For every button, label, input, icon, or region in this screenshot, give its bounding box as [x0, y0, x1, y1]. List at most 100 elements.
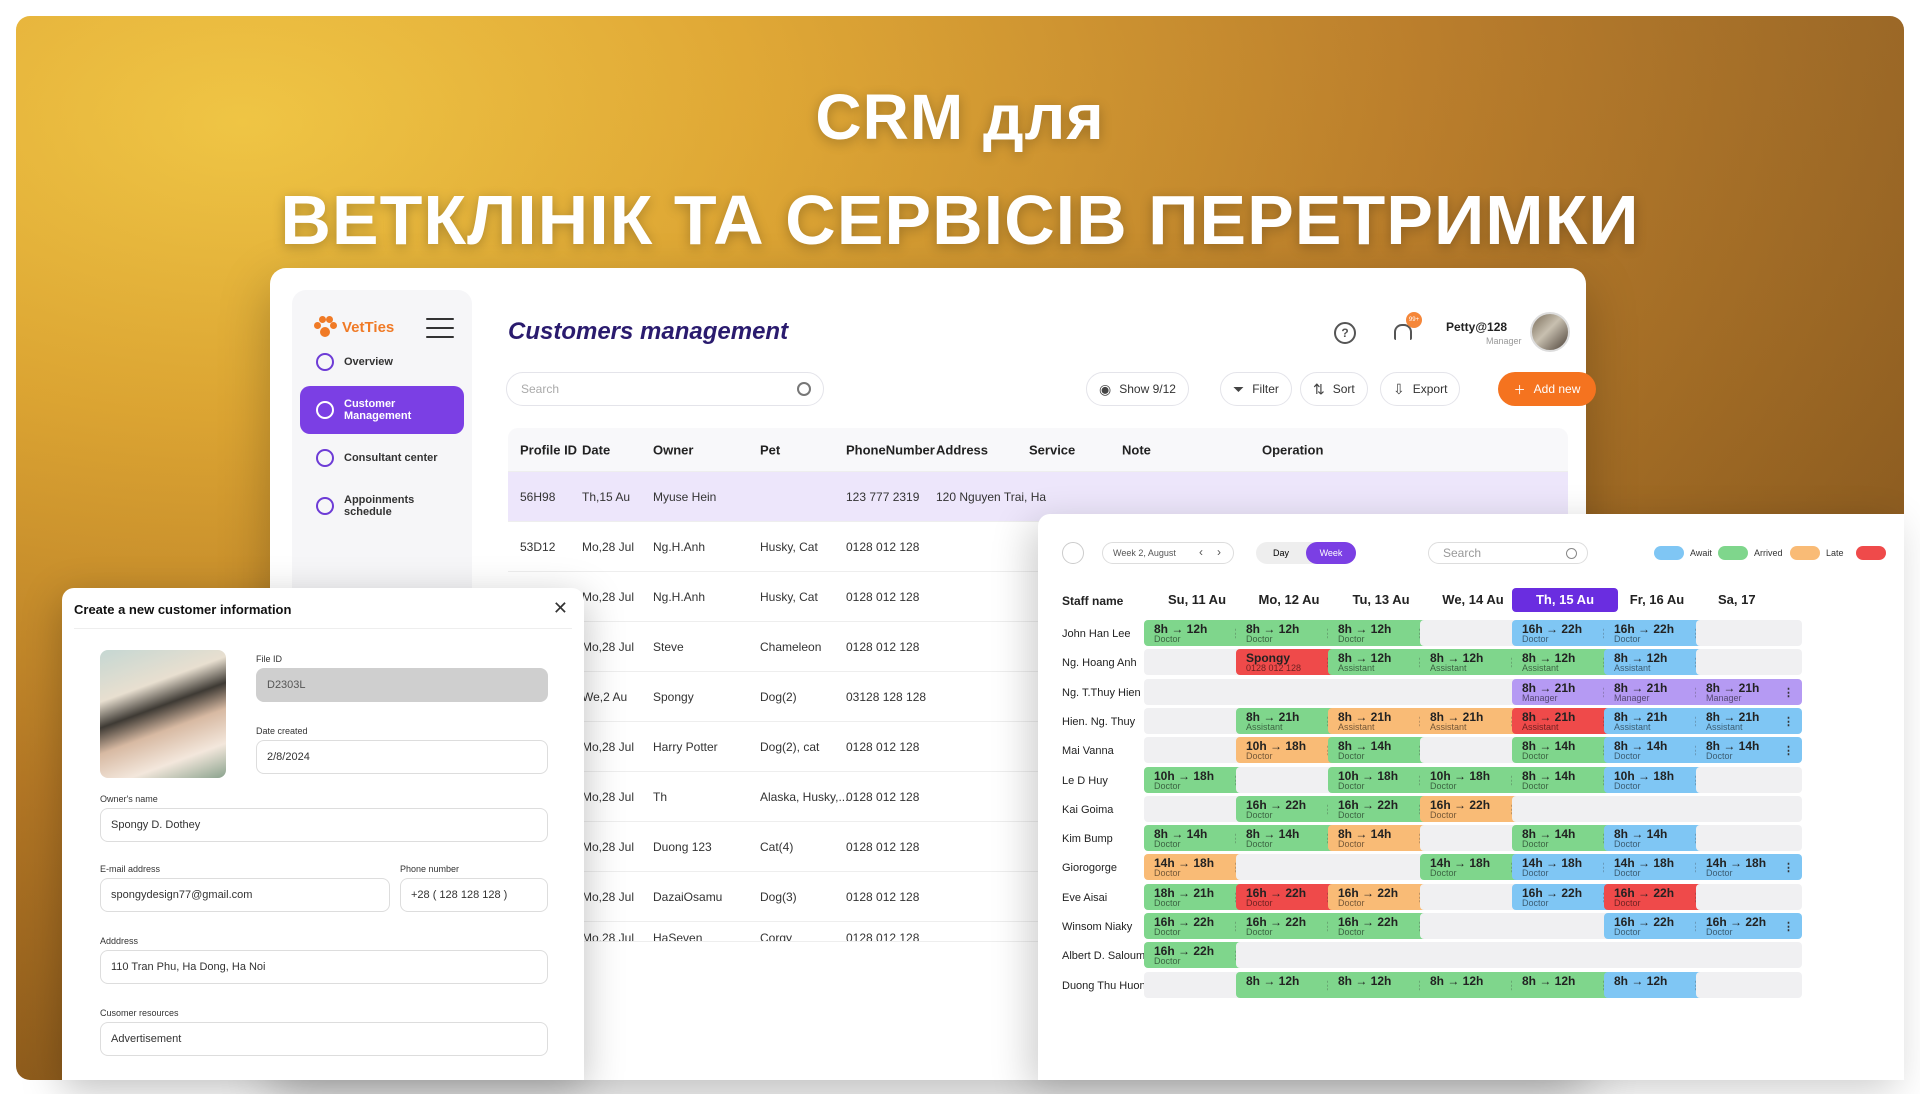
- address-field[interactable]: 110 Tran Phu, Ha Dong, Ha Noi: [100, 950, 548, 984]
- more-options-icon[interactable]: ⋮: [1783, 744, 1794, 757]
- shift-cell[interactable]: 10h → 18hDoctor⋮: [1236, 737, 1342, 764]
- shift-cell[interactable]: 8h → 12hDoctor⋮: [1144, 620, 1250, 646]
- day-header[interactable]: Sa, 17: [1696, 588, 1802, 612]
- day-header[interactable]: Fr, 16 Au: [1604, 588, 1710, 612]
- more-options-icon[interactable]: ⋮: [1783, 861, 1794, 874]
- calendar-icon[interactable]: [1062, 542, 1084, 564]
- shift-cell[interactable]: 8h → 14hDoctor⋮: [1328, 737, 1434, 764]
- help-icon[interactable]: ?: [1334, 322, 1356, 344]
- shift-cell[interactable]: 16h → 22hDoctor⋮: [1236, 883, 1342, 910]
- shift-cell[interactable]: 8h → 12hDoctor⋮: [1328, 620, 1434, 646]
- export-button[interactable]: ⇩ Export: [1380, 372, 1461, 406]
- shift-cell[interactable]: 8h → 21hManager⋮: [1512, 678, 1618, 705]
- shift-cell[interactable]: 8h → 14hDoctor⋮: [1696, 737, 1802, 764]
- shift-cell[interactable]: 16h → 22hDoctor⋮: [1236, 795, 1342, 822]
- shift-cell[interactable]: 8h → 12h⋮: [1236, 971, 1342, 998]
- email-field[interactable]: spongydesign77@gmail.com: [100, 878, 390, 912]
- shift-cell[interactable]: 14h → 18hDoctor⋮: [1420, 854, 1526, 881]
- sidebar-item-consultant-center[interactable]: Consultant center: [300, 434, 464, 482]
- avatar[interactable]: [1530, 312, 1570, 352]
- shift-cell[interactable]: 10h → 18hDoctor⋮: [1604, 766, 1710, 793]
- schedule-search-input[interactable]: Search: [1428, 542, 1588, 564]
- shift-cell[interactable]: 8h → 14hDoctor⋮: [1604, 737, 1710, 764]
- chevron-left-icon[interactable]: ‹: [1199, 542, 1203, 562]
- shift-cell[interactable]: 8h → 12h⋮: [1420, 971, 1526, 998]
- more-options-icon[interactable]: ⋮: [1783, 686, 1794, 699]
- phone-field[interactable]: +28 ( 128 128 128 ): [400, 878, 548, 912]
- close-icon[interactable]: ✕: [553, 598, 568, 619]
- shift-cell[interactable]: 8h → 21hManager⋮: [1696, 678, 1802, 705]
- sidebar-item-overview[interactable]: Overview: [300, 338, 464, 386]
- day-header[interactable]: Th, 15 Au: [1512, 588, 1618, 612]
- day-tab[interactable]: Day: [1256, 542, 1306, 564]
- shift-cell[interactable]: 16h → 22hDoctor⋮: [1604, 620, 1710, 646]
- shift-cell[interactable]: 16h → 22hDoctor⋮: [1420, 795, 1526, 822]
- shift-cell[interactable]: 8h → 12hAssistant⋮: [1604, 649, 1710, 676]
- shift-cell[interactable]: 8h → 21hAssistant⋮: [1512, 707, 1618, 734]
- shift-cell[interactable]: 8h → 21hAssistant⋮: [1696, 707, 1802, 734]
- shift-cell[interactable]: 10h → 18hDoctor⋮: [1144, 766, 1250, 793]
- shift-cell[interactable]: 8h → 21hAssistant⋮: [1420, 707, 1526, 734]
- shift-cell[interactable]: 8h → 12h⋮: [1328, 971, 1434, 998]
- shift-cell[interactable]: 8h → 12h⋮: [1604, 971, 1710, 998]
- shift-cell[interactable]: 8h → 21hAssistant⋮: [1604, 707, 1710, 734]
- more-options-icon[interactable]: ⋮: [1783, 920, 1794, 933]
- shift-cell[interactable]: 16h → 22hDoctor⋮: [1512, 620, 1618, 646]
- shift-cell[interactable]: 14h → 18hDoctor⋮: [1512, 854, 1618, 881]
- shift-cell[interactable]: 16h → 22hDoctor⋮: [1328, 883, 1434, 910]
- filter-button[interactable]: ⏷ Filter: [1220, 372, 1292, 406]
- sidebar-item-customer-management[interactable]: Customer Management: [300, 386, 464, 434]
- resources-field[interactable]: Advertisement: [100, 1022, 548, 1056]
- shift-cell[interactable]: 8h → 14hDoctor⋮: [1144, 825, 1250, 852]
- sort-button[interactable]: ⇅ Sort: [1300, 372, 1368, 406]
- shift-cell[interactable]: 14h → 18hDoctor⋮: [1604, 854, 1710, 881]
- owner-field[interactable]: Spongy D. Dothey: [100, 808, 548, 842]
- shift-cell[interactable]: 8h → 14hDoctor⋮: [1512, 825, 1618, 852]
- shift-cell[interactable]: 16h → 22hDoctor⋮: [1144, 913, 1250, 939]
- shift-cell[interactable]: 8h → 21hAssistant⋮: [1236, 707, 1342, 734]
- shift-cell[interactable]: 16h → 22hDoctor⋮: [1604, 913, 1710, 939]
- shift-cell[interactable]: 16h → 22hDoctor⋮: [1604, 883, 1710, 910]
- day-header[interactable]: We, 14 Au: [1420, 588, 1526, 612]
- week-selector[interactable]: Week 2, August ‹ ›: [1102, 542, 1234, 564]
- day-header[interactable]: Su, 11 Au: [1144, 588, 1250, 612]
- shift-cell[interactable]: 14h → 18hDoctor⋮: [1696, 854, 1802, 881]
- shift-cell[interactable]: 8h → 21hAssistant⋮: [1328, 707, 1434, 734]
- shift-cell[interactable]: 8h → 14hDoctor⋮: [1604, 825, 1710, 852]
- shift-cell[interactable]: 16h → 22hDoctor⋮: [1144, 942, 1250, 969]
- shift-cell[interactable]: 8h → 12hAssistant⋮: [1328, 649, 1434, 676]
- shift-cell[interactable]: Spongy0128 012 128⋮: [1236, 649, 1342, 676]
- date-field[interactable]: 2/8/2024: [256, 740, 548, 774]
- shift-cell[interactable]: 8h → 21hManager⋮: [1604, 678, 1710, 705]
- shift-cell[interactable]: 8h → 12h⋮: [1512, 971, 1618, 998]
- shift-cell[interactable]: 18h → 21hDoctor⋮: [1144, 883, 1250, 910]
- shift-role: Doctor: [1338, 780, 1365, 791]
- shift-cell[interactable]: 16h → 22hDoctor⋮: [1236, 913, 1342, 939]
- show-columns-button[interactable]: ◉ Show 9/12: [1086, 372, 1189, 406]
- shift-cell[interactable]: 8h → 12hDoctor⋮: [1236, 620, 1342, 646]
- shift-cell[interactable]: 8h → 14hDoctor⋮: [1328, 825, 1434, 852]
- day-header[interactable]: Tu, 13 Au: [1328, 588, 1434, 612]
- shift-cell[interactable]: 16h → 22hDoctor⋮: [1328, 795, 1434, 822]
- day-header[interactable]: Mo, 12 Au: [1236, 588, 1342, 612]
- shift-cell[interactable]: 8h → 12hAssistant⋮: [1512, 649, 1618, 676]
- shift-cell[interactable]: 8h → 14hDoctor⋮: [1236, 825, 1342, 852]
- logo[interactable]: VetTies: [314, 316, 394, 338]
- shift-cell[interactable]: 14h → 18hDoctor⋮: [1144, 854, 1250, 881]
- shift-cell[interactable]: 16h → 22hDoctor⋮: [1328, 913, 1434, 939]
- customer-photo[interactable]: [100, 650, 226, 778]
- more-options-icon[interactable]: ⋮: [1783, 715, 1794, 728]
- sidebar-item-appoinments-schedule[interactable]: Appoinments schedule: [300, 482, 464, 530]
- shift-cell[interactable]: 10h → 18hDoctor⋮: [1420, 766, 1526, 793]
- add-new-button[interactable]: ＋ Add new: [1498, 372, 1596, 406]
- chevron-right-icon[interactable]: ›: [1217, 542, 1221, 562]
- week-tab[interactable]: Week: [1306, 542, 1356, 564]
- shift-cell[interactable]: 8h → 14hDoctor⋮: [1512, 766, 1618, 793]
- search-input[interactable]: Search: [506, 372, 824, 406]
- shift-cell[interactable]: 8h → 12hAssistant⋮: [1420, 649, 1526, 676]
- shift-cell[interactable]: 8h → 14hDoctor⋮: [1512, 737, 1618, 764]
- staff-name: Winsom Niaky: [1062, 921, 1133, 933]
- shift-cell[interactable]: 10h → 18hDoctor⋮: [1328, 766, 1434, 793]
- shift-cell[interactable]: 16h → 22hDoctor⋮: [1512, 883, 1618, 910]
- shift-cell[interactable]: 16h → 22hDoctor⋮: [1696, 913, 1802, 939]
